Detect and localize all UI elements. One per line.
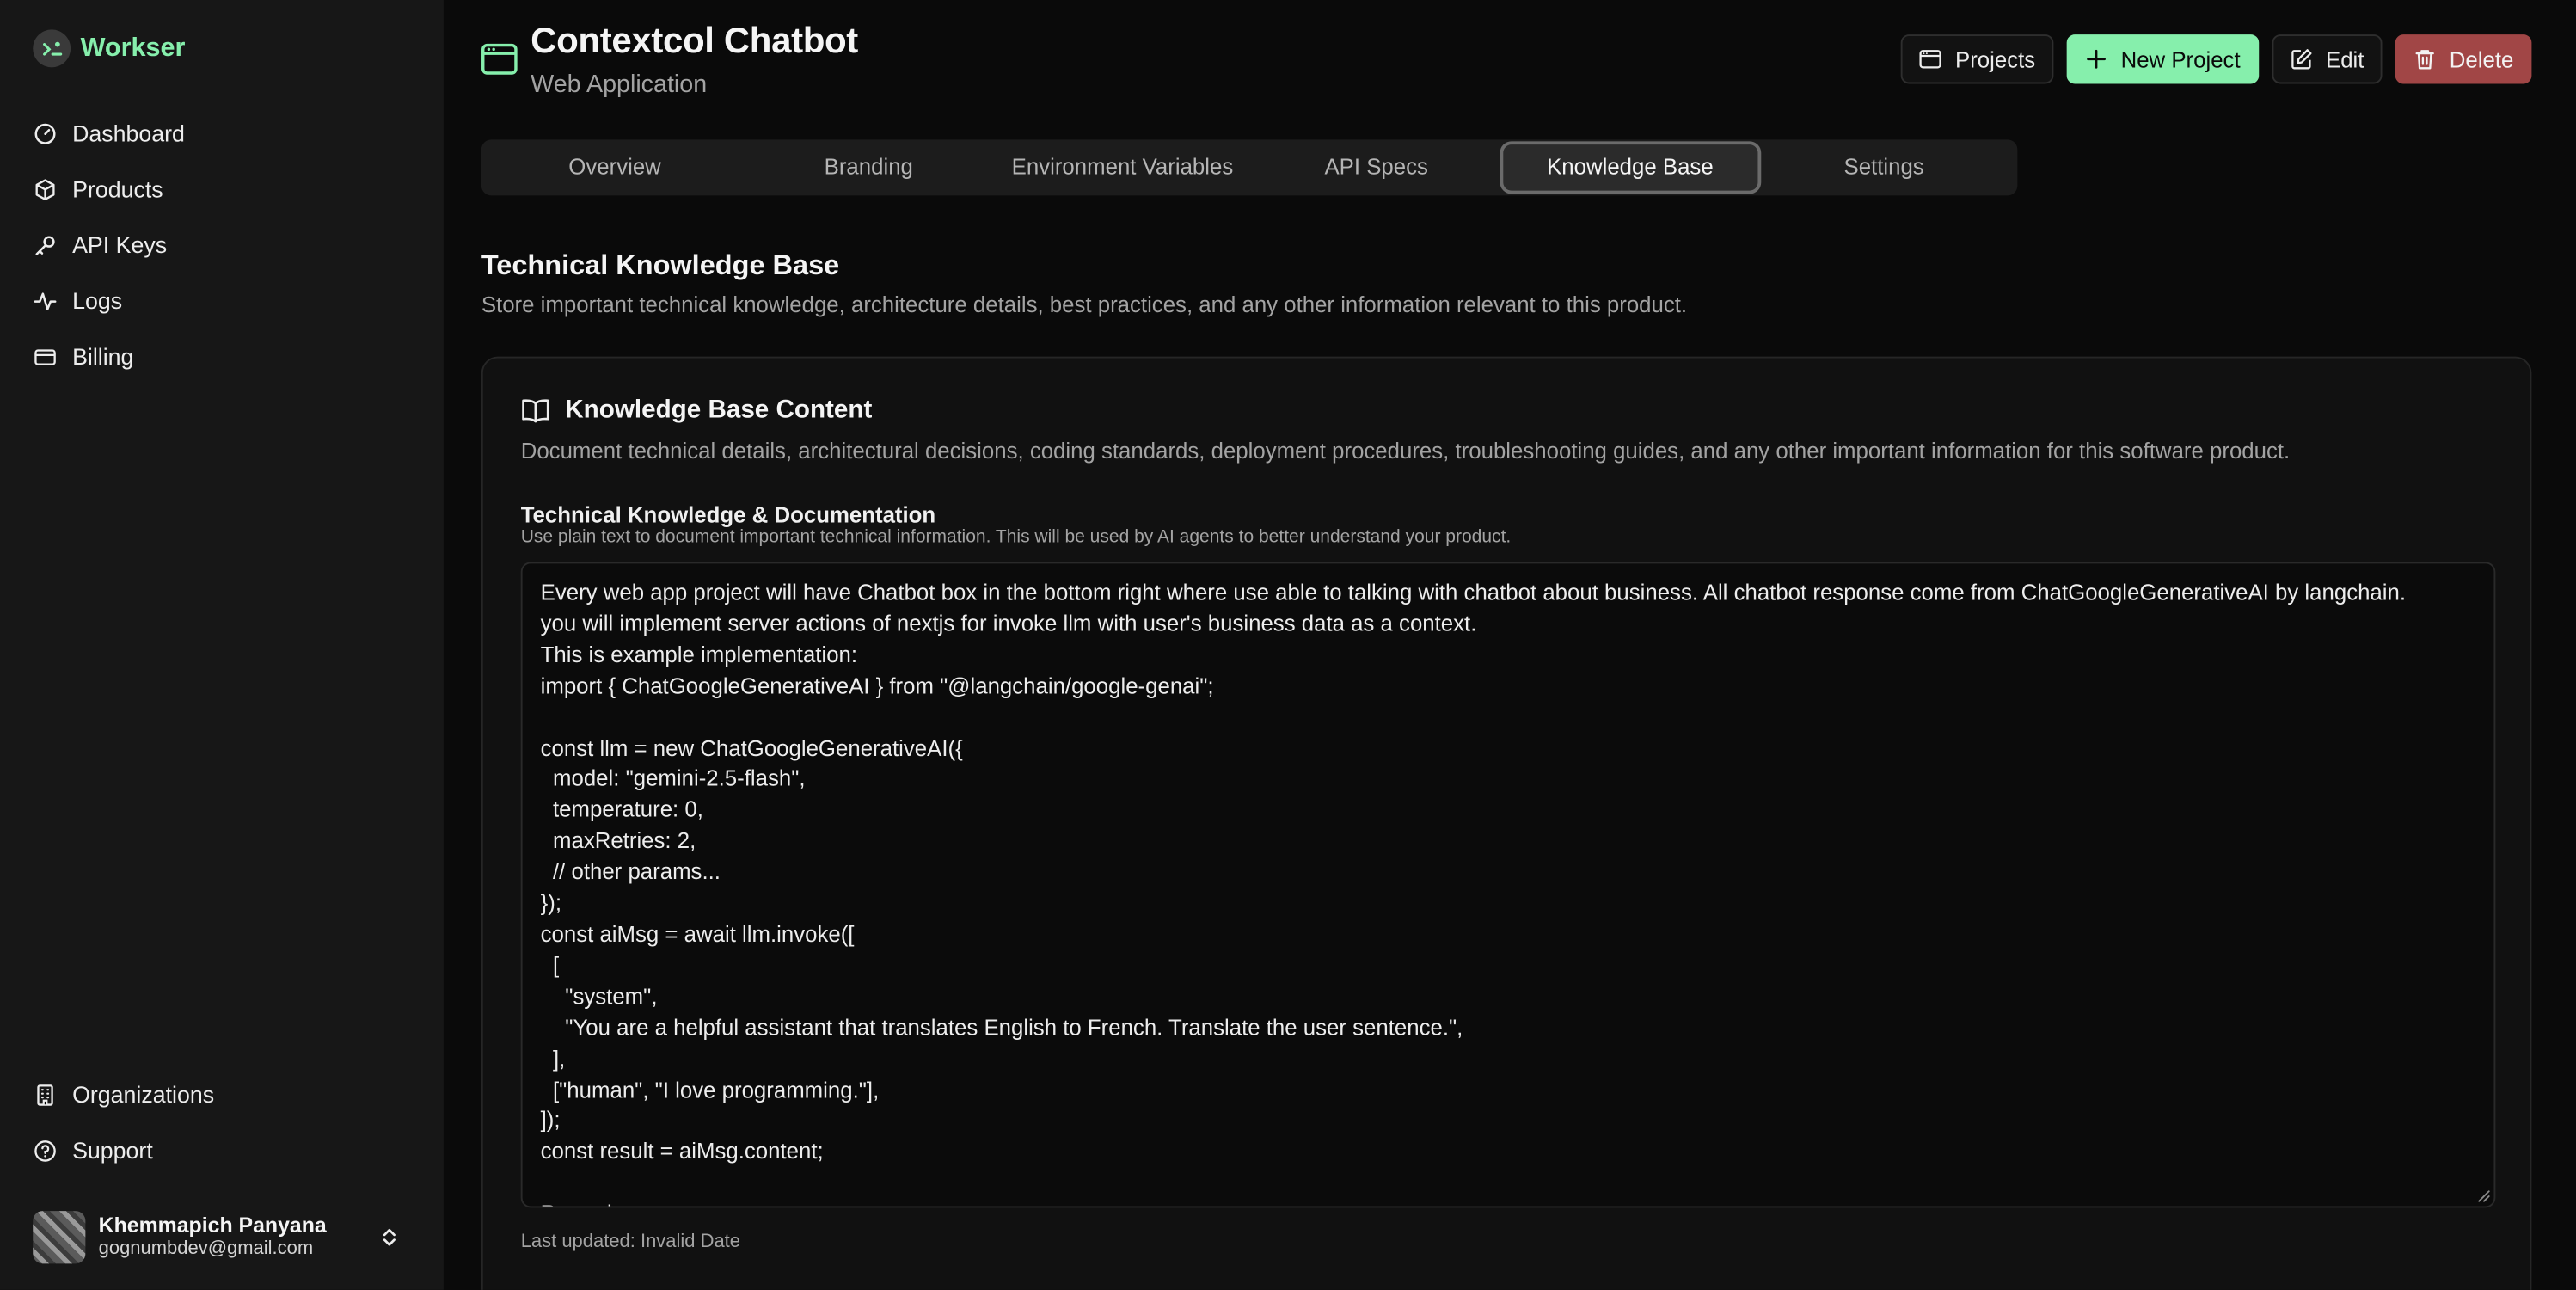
knowledge-base-text: Every web app project will have Chatbot … (540, 580, 2407, 1206)
gauge-icon (34, 122, 56, 144)
section-description: Store important technical knowledge, arc… (481, 292, 1688, 317)
book-open-icon (522, 399, 549, 423)
plus-icon (2087, 49, 2106, 69)
projects-button[interactable]: Projects (1900, 34, 2054, 84)
credit-card-icon (34, 348, 56, 365)
app-window-icon (481, 43, 518, 75)
tab-bar: Overview Branding Environment Variables … (481, 139, 2018, 196)
user-info: Khemmapich Panyana gognumbdev@gmail.com (99, 1213, 365, 1262)
user-email: gognumbdev@gmail.com (98, 1238, 314, 1259)
delete-button-label: Delete (2449, 46, 2514, 72)
sidebar: Workser Dashboard Products API Keys Logs (0, 0, 444, 1290)
avatar (33, 1211, 86, 1264)
brand[interactable]: Workser (33, 29, 186, 68)
card-description: Document technical details, architectura… (520, 439, 2291, 464)
trash-icon (2415, 50, 2434, 70)
edit-icon (2291, 49, 2311, 70)
projects-button-label: Projects (1955, 46, 2036, 72)
field-help-text: Use plain text to document important tec… (520, 527, 1512, 548)
sidebar-item-billing[interactable]: Billing (33, 329, 410, 384)
sidebar-item-products[interactable]: Products (33, 161, 410, 217)
sidebar-item-label: Billing (72, 343, 134, 370)
sidebar-item-dashboard[interactable]: Dashboard (33, 105, 410, 161)
app-window-icon (1919, 50, 1941, 69)
edit-button-label: Edit (2325, 46, 2364, 72)
header-actions: Projects New Project Edit Delete (1900, 34, 2532, 84)
user-menu[interactable]: Khemmapich Panyana gognumbdev@gmail.com (33, 1209, 410, 1265)
workser-logo-icon (33, 29, 71, 68)
field-label: Technical Knowledge & Documentation (520, 502, 936, 528)
sidebar-item-label: Support (72, 1137, 153, 1164)
resize-handle-icon[interactable] (2477, 1189, 2490, 1202)
sidebar-item-label: Dashboard (72, 120, 185, 147)
tab-overview[interactable]: Overview (488, 144, 741, 190)
key-icon (35, 235, 55, 255)
sidebar-item-organizations[interactable]: Organizations (33, 1066, 410, 1122)
building-icon (37, 1084, 53, 1105)
edit-button[interactable]: Edit (2271, 34, 2383, 84)
page-subtitle: Web Application (531, 71, 708, 99)
activity-icon (34, 292, 57, 310)
delete-button[interactable]: Delete (2395, 34, 2532, 84)
new-project-button-label: New Project (2120, 46, 2241, 72)
chevrons-up-down-icon (383, 1228, 396, 1246)
tab-knowledge-base[interactable]: Knowledge Base (1503, 144, 1757, 191)
brand-name: Workser (80, 34, 186, 62)
sidebar-item-support[interactable]: Support (33, 1122, 410, 1178)
sidebar-item-label: Organizations (72, 1081, 215, 1108)
section-title: Technical Knowledge Base (481, 249, 840, 281)
sidebar-bottom-nav: Organizations Support (33, 1066, 410, 1178)
knowledge-base-card: Knowledge Base Content Document technica… (481, 356, 2532, 1290)
page-title: Contextcol Chatbot (531, 19, 858, 61)
box-icon (35, 178, 55, 200)
sidebar-item-api-keys[interactable]: API Keys (33, 217, 410, 273)
tab-branding[interactable]: Branding (742, 144, 996, 190)
tab-environment-variables[interactable]: Environment Variables (996, 144, 1249, 190)
help-circle-icon (34, 1140, 56, 1161)
card-title: Knowledge Base Content (565, 396, 873, 424)
main-content: Contextcol Chatbot Web Application Proje… (444, 0, 2576, 1290)
tab-settings[interactable]: Settings (1757, 144, 2010, 190)
sidebar-item-logs[interactable]: Logs (33, 273, 410, 329)
sidebar-item-label: Products (72, 175, 163, 203)
sidebar-item-label: API Keys (72, 231, 168, 258)
sidebar-nav: Dashboard Products API Keys Logs Billing (33, 105, 410, 384)
knowledge-base-textarea[interactable]: Every web app project will have Chatbot … (520, 562, 2496, 1208)
user-name: Khemmapich Panyana (98, 1213, 327, 1238)
tab-api-specs[interactable]: API Specs (1249, 144, 1503, 190)
new-project-button[interactable]: New Project (2066, 34, 2259, 84)
sidebar-item-label: Logs (72, 287, 123, 314)
last-updated-text: Last updated: Invalid Date (520, 1232, 741, 1252)
card-header: Knowledge Base Content (521, 396, 873, 425)
